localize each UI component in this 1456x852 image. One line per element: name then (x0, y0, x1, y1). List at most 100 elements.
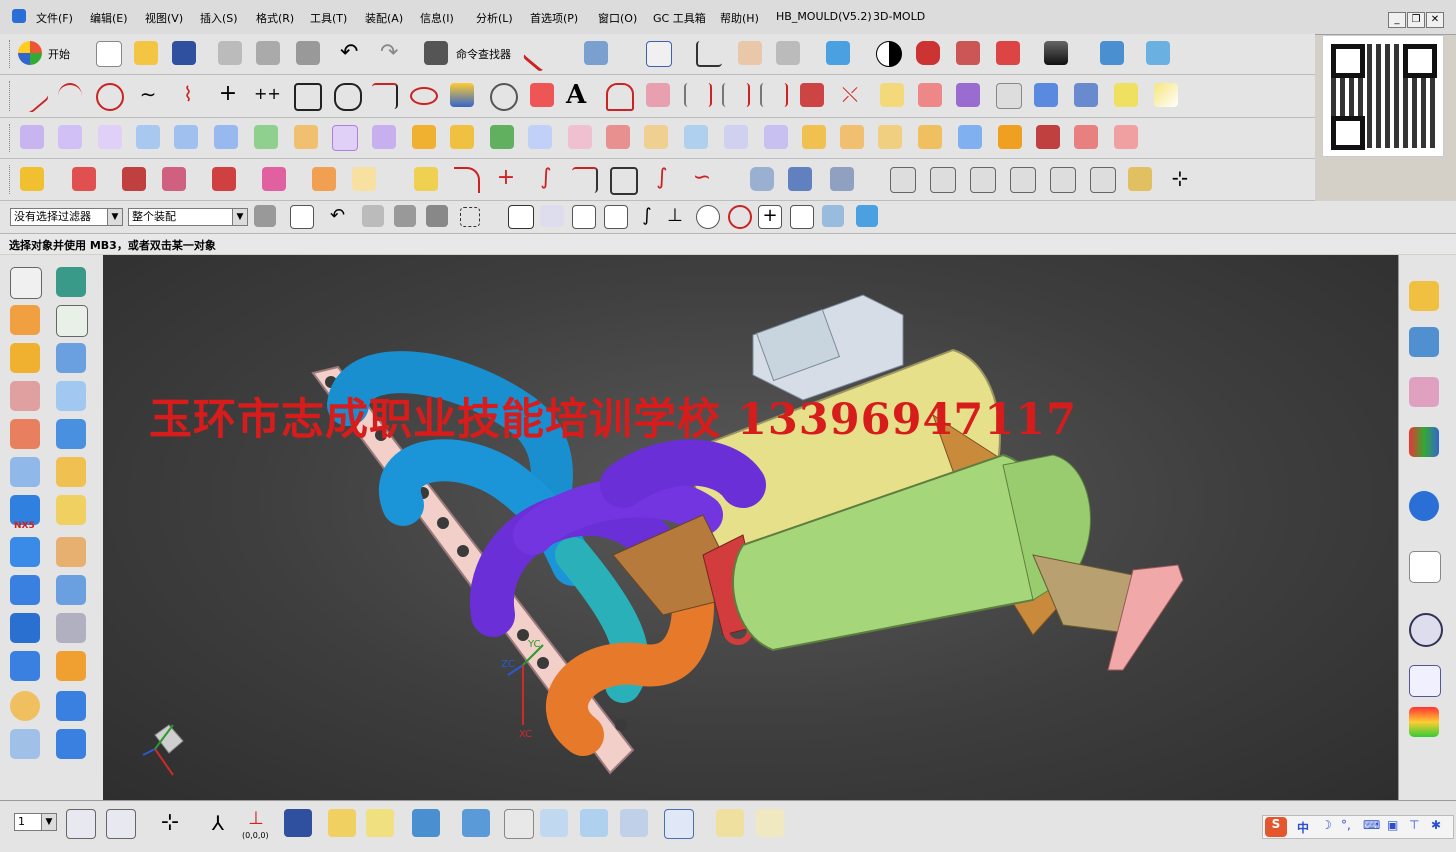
move-component-icon[interactable] (412, 809, 440, 837)
circle-icon[interactable] (96, 83, 124, 111)
menu-assembly[interactable]: 装配(A) (365, 10, 403, 26)
g1-icon[interactable] (930, 167, 956, 193)
wcs-orient-icon[interactable]: ⊹ (156, 809, 184, 837)
tube-icon[interactable] (10, 419, 40, 449)
menu-format[interactable]: 格式(R) (256, 10, 294, 26)
new-file-icon[interactable] (96, 41, 122, 67)
deviation-icon[interactable] (1128, 167, 1152, 191)
divide-curve-edit-icon[interactable]: ∫ (534, 167, 558, 191)
menu-edit[interactable]: 编辑(E) (90, 10, 128, 26)
cone-icon[interactable] (56, 419, 86, 449)
combined-projection-icon[interactable] (800, 83, 824, 107)
simplify-curve-icon[interactable] (684, 83, 712, 107)
part-navigator-icon[interactable] (1409, 377, 1439, 407)
chevron-down-icon[interactable]: ▼ (232, 209, 247, 225)
view-orient-icon[interactable] (776, 41, 800, 65)
section-curve-icon[interactable] (956, 83, 980, 107)
trimmed-sheet-icon[interactable] (568, 125, 592, 149)
block-icon[interactable] (56, 343, 86, 373)
menu-gc-toolkit[interactable]: GC 工具箱 (653, 10, 706, 26)
arc-center-icon[interactable] (696, 205, 720, 229)
open-folder-icon[interactable] (134, 41, 158, 65)
nx-app-icon[interactable] (12, 9, 26, 23)
measure-distance-icon[interactable] (664, 809, 694, 839)
gs-icon[interactable] (970, 167, 996, 193)
reuse-library-icon[interactable] (1409, 427, 1439, 457)
line-icon[interactable] (14, 78, 50, 114)
menu-file[interactable]: 文件(F) (36, 10, 73, 26)
menu-analysis[interactable]: 分析(L) (476, 10, 513, 26)
swept-icon[interactable] (254, 125, 278, 149)
curve-length-edit-icon[interactable]: ∫ (650, 167, 674, 191)
datum-plane-icon[interactable] (56, 305, 88, 337)
instance-feature-icon[interactable] (10, 729, 40, 759)
quadrant-point-icon[interactable] (728, 205, 752, 229)
sweep-along-guide-icon[interactable] (10, 381, 40, 411)
isoparametric-icon[interactable] (1034, 83, 1058, 107)
menu-preferences[interactable]: 首选项(P) (530, 10, 578, 26)
stretch-curve-icon[interactable] (610, 167, 638, 195)
wcs-origin-icon[interactable]: ⅄ (204, 809, 232, 837)
extension-icon[interactable] (412, 125, 436, 149)
intersection-curve-icon[interactable] (918, 83, 942, 107)
point-on-surface-icon[interactable] (822, 205, 844, 227)
measure-angle-icon[interactable] (756, 809, 784, 837)
sew-icon[interactable] (1074, 125, 1098, 149)
smooth-spline-icon[interactable]: ∽ (690, 167, 714, 191)
end-point-icon[interactable] (572, 205, 596, 229)
point-set-icon[interactable]: ++ (254, 83, 281, 107)
pipe-icon[interactable] (788, 167, 812, 191)
suppress-feature-icon[interactable] (262, 167, 286, 191)
feature-select-icon[interactable] (394, 205, 416, 227)
four-point-surface-icon[interactable] (20, 125, 44, 149)
flange-surface-icon[interactable] (998, 125, 1022, 149)
i-form-icon[interactable] (644, 125, 668, 149)
unite-icon[interactable] (56, 651, 86, 681)
help-info-icon[interactable] (1409, 491, 1439, 521)
edit-object-display-icon[interactable] (328, 809, 356, 837)
extrude-icon[interactable] (10, 305, 40, 335)
global-shaping-icon[interactable] (684, 125, 708, 149)
cut-icon[interactable] (218, 41, 242, 65)
draft-icon[interactable] (56, 575, 86, 605)
existing-point-icon[interactable]: + (758, 205, 782, 229)
history-clock-icon[interactable] (1409, 613, 1443, 647)
intersection-point-icon[interactable]: ⊥ (664, 205, 686, 227)
undo-icon[interactable]: ↶ (340, 41, 364, 65)
mirror-curve-icon[interactable]: ⤬ (838, 83, 862, 107)
replace-feature-icon[interactable] (162, 167, 186, 191)
mirror-body-icon[interactable] (56, 729, 86, 759)
reorder-feature-icon[interactable] (212, 167, 236, 191)
styled-corner-icon[interactable] (878, 125, 902, 149)
edit-curve-icon[interactable] (1154, 83, 1178, 107)
fit-view-icon[interactable] (646, 41, 672, 67)
paste-icon[interactable] (296, 41, 320, 65)
polygon-icon[interactable] (334, 83, 362, 111)
display-icon[interactable] (1044, 41, 1068, 65)
enlarge-icon[interactable] (724, 125, 748, 149)
edit-helix-icon[interactable] (750, 167, 774, 191)
edge-blend-icon[interactable] (56, 457, 86, 487)
assembly-navigator-icon[interactable] (1409, 281, 1439, 311)
offset-curve-icon[interactable] (606, 83, 634, 111)
point-on-curve-icon[interactable] (790, 205, 814, 229)
shirt-icon[interactable]: ⊤ (1409, 818, 1419, 832)
edit-sheet-icon[interactable] (830, 167, 854, 191)
rectangle-icon[interactable] (294, 83, 322, 111)
transform-icon[interactable] (1146, 41, 1170, 65)
gh-icon[interactable] (1050, 167, 1076, 193)
measure-length-icon[interactable] (716, 809, 744, 837)
trim-corner-icon[interactable]: + (494, 167, 518, 191)
unsuppress-feature-icon[interactable] (312, 167, 336, 191)
hide-show-icon[interactable] (366, 809, 394, 837)
bounded-grid-icon[interactable] (856, 205, 878, 227)
selection-filter-dropdown[interactable]: 没有选择过滤器 ▼ (10, 208, 123, 226)
sogou-logo-icon[interactable]: S (1265, 817, 1287, 837)
menu-tools[interactable]: 工具(T) (310, 10, 347, 26)
law-extension-icon[interactable] (450, 125, 474, 149)
studio-spline-icon[interactable]: ⌇ (176, 83, 200, 107)
menu-insert[interactable]: 插入(S) (200, 10, 238, 26)
trim-curve-icon[interactable] (454, 167, 480, 193)
rotate-icon[interactable] (580, 809, 608, 837)
x-form-icon[interactable] (606, 125, 630, 149)
